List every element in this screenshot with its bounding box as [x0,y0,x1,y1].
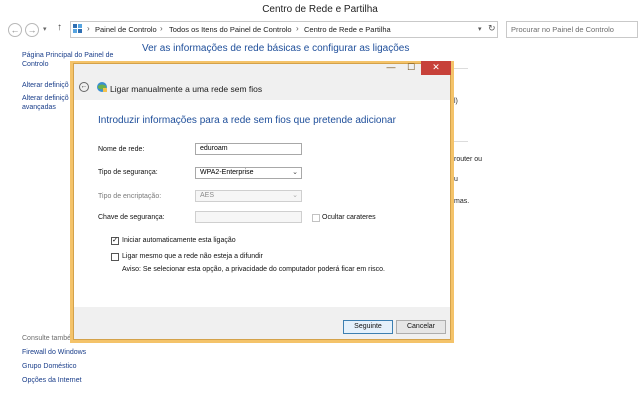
encryption-type-value: AES [200,192,215,199]
control-panel-icon [73,24,82,33]
security-type-select[interactable]: WPA2-Enterprise ⌄ [195,167,302,179]
maximize-icon[interactable]: ☐ [401,61,421,75]
search-placeholder: Procurar no Painel de Controlo [511,25,614,34]
security-type-label: Tipo de segurança: [98,169,158,176]
breadcrumb-separator: › [160,24,163,33]
connect-hidden-checkbox[interactable] [111,253,119,261]
privacy-warning: Aviso: Se selecionar esta opção, a priva… [122,266,385,273]
security-type-value: WPA2-Enterprise [200,169,254,176]
breadcrumb-control-panel[interactable]: Painel de Controlo [95,25,157,34]
back-arrow-icon[interactable]: ← [8,23,22,37]
sidebar-item-advanced-sharing[interactable]: Alterar definiçõ [22,94,69,103]
breadcrumb-all-items[interactable]: Todos os Itens do Painel de Controlo [169,25,292,34]
refresh-icon[interactable]: ↻ [488,23,496,34]
sidebar-item-adapter-settings[interactable]: Alterar definiçõ [22,81,69,90]
sidebar-item-advanced-sharing-line2[interactable]: avançadas [22,103,56,112]
chevron-down-icon: ⌄ [292,169,298,176]
connect-hidden-label: Ligar mesmo que a rede não esteja a difu… [122,253,263,260]
network-name-input[interactable]: eduroam [195,143,302,155]
network-globe-icon [97,82,107,92]
dialog-body [74,100,450,307]
see-also-heading: Consulte també [22,335,72,342]
section-divider [454,141,468,142]
security-key-label: Chave de segurança: [98,214,165,221]
security-key-input[interactable] [195,211,302,223]
next-button[interactable]: Seguinte [343,320,393,334]
dialog-footer [74,307,450,339]
background-text-fragment: l) [454,98,458,105]
page-title: Ver as informações de rede básicas e con… [142,43,410,54]
background-text-fragment: mas. [454,198,470,205]
sidebar-item-homegroup[interactable]: Grupo Doméstico [22,362,76,371]
dialog-back-icon[interactable]: ← [79,82,89,92]
hide-characters-checkbox[interactable] [312,214,320,222]
sidebar-item-firewall[interactable]: Firewall do Windows [22,348,86,357]
sidebar-home-link-line1[interactable]: Página Principal do Painel de [22,51,113,60]
encryption-type-label: Tipo de encriptação: [98,193,162,200]
breadcrumb-network-center[interactable]: Centro de Rede e Partilha [304,25,391,34]
sidebar-home-link-line2[interactable]: Controlo [22,60,48,69]
minimize-icon[interactable]: — [381,61,401,75]
network-name-label: Nome de rede: [98,146,145,153]
breadcrumb-separator: › [87,24,90,33]
window-title: Centro de Rede e Partilha [262,4,378,15]
forward-arrow-icon[interactable]: → [25,23,39,37]
dialog-title: Ligar manualmente a uma rede sem fios [110,84,263,94]
background-text-fragment: u [454,176,458,183]
recent-locations-dropdown-icon[interactable]: ▾ [43,25,47,33]
auto-start-checkbox[interactable]: ✓ [111,237,119,245]
section-divider [454,68,468,69]
address-dropdown-icon[interactable]: ▾ [478,25,482,33]
up-arrow-icon[interactable]: ↑ [57,22,62,33]
breadcrumb-separator: › [296,24,299,33]
hide-characters-label: Ocultar carateres [322,214,376,221]
chevron-down-icon: ⌄ [292,192,298,199]
auto-start-label: Iniciar automaticamente esta ligação [122,237,236,244]
background-text-fragment: router ou [454,156,483,163]
dialog-heading: Introduzir informações para a rede sem f… [98,115,396,126]
encryption-type-select: AES ⌄ [195,190,302,202]
cancel-button[interactable]: Cancelar [396,320,446,334]
close-button[interactable]: ✕ [421,61,451,75]
sidebar-item-internet-options[interactable]: Opções da Internet [22,376,82,385]
